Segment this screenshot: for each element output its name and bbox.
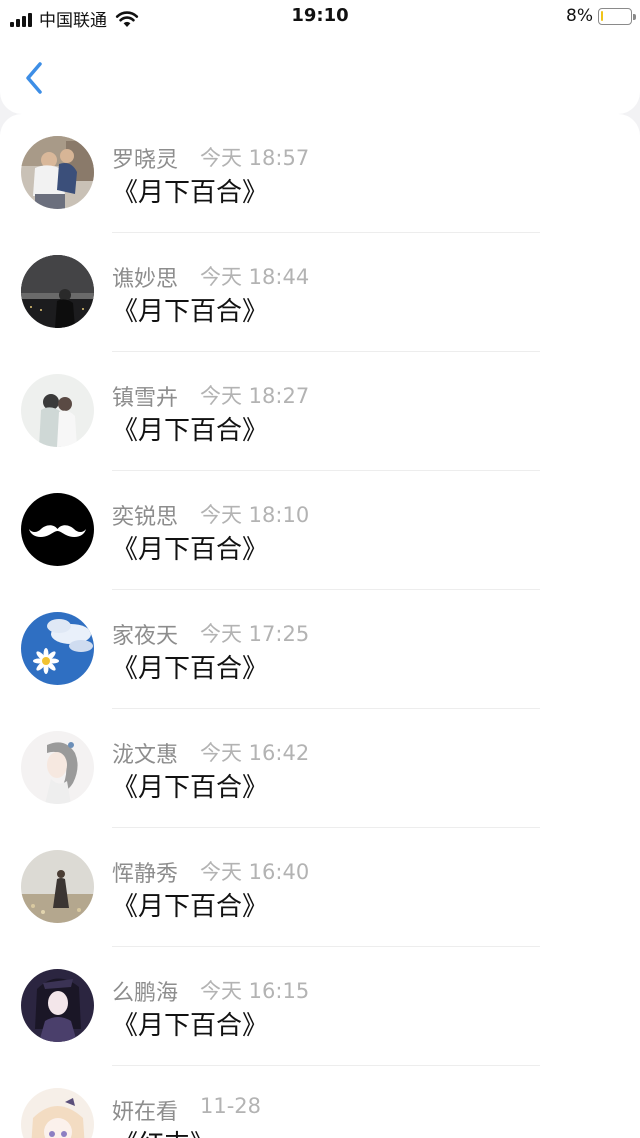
message-list: 罗晓灵 今天 18:57 《月下百合》 谯妙思 今天 18:44 《月下百合》 [0, 114, 640, 1138]
sender-name: 镇雪卉 [112, 386, 179, 411]
message-content: 《红支》 [112, 1124, 216, 1138]
message-content: 《月下百合》 [112, 416, 269, 446]
avatar [21, 136, 94, 209]
sender-name: 奕锐思 [112, 505, 179, 530]
battery-icon [598, 7, 636, 25]
list-item[interactable]: 家夜天 今天 17:25 《月下百合》 [0, 590, 640, 709]
list-item[interactable]: 奕锐思 今天 18:10 《月下百合》 [0, 471, 640, 590]
list-item[interactable]: 泷文惠 今天 16:42 《月下百合》 [0, 709, 640, 828]
sender-name: 泷文惠 [112, 743, 179, 768]
avatar [21, 850, 94, 923]
list-item[interactable]: 镇雪卉 今天 18:27 《月下百合》 [0, 352, 640, 471]
sender-name: 么鹏海 [112, 981, 179, 1006]
list-item[interactable]: 恽静秀 今天 16:40 《月下百合》 [0, 828, 640, 947]
avatar [21, 1088, 94, 1138]
message-time: 今天 18:44 [200, 265, 310, 289]
nav-bar [0, 34, 640, 114]
message-time: 今天 18:27 [200, 384, 310, 408]
list-item[interactable]: 么鹏海 今天 16:15 《月下百合》 [0, 947, 640, 1066]
message-time: 11-28 [200, 1094, 262, 1118]
chevron-left-icon [26, 62, 42, 94]
avatar [21, 612, 94, 685]
avatar [21, 255, 94, 328]
avatar [21, 969, 94, 1042]
list-item[interactable]: 谯妙思 今天 18:44 《月下百合》 [0, 233, 640, 352]
status-bar: 中国联通 19:10 8% [0, 0, 640, 34]
message-content: 《月下百合》 [112, 297, 269, 327]
sender-name: 恽静秀 [112, 862, 179, 887]
sender-name: 妍在看 [112, 1100, 179, 1125]
message-content: 《月下百合》 [112, 892, 269, 922]
message-content: 《月下百合》 [112, 535, 269, 565]
message-time: 今天 18:10 [200, 503, 310, 527]
message-content: 《月下百合》 [112, 1011, 269, 1041]
avatar [21, 493, 94, 566]
list-item[interactable]: 罗晓灵 今天 18:57 《月下百合》 [0, 114, 640, 233]
message-time: 今天 16:42 [200, 741, 310, 765]
message-content: 《月下百合》 [112, 773, 269, 803]
sender-name: 谯妙思 [112, 267, 179, 292]
message-time: 今天 18:57 [200, 146, 310, 170]
message-content: 《月下百合》 [112, 654, 269, 684]
avatar [21, 374, 94, 447]
list-item[interactable]: 妍在看 11-28 《红支》 [0, 1066, 640, 1138]
back-button[interactable] [18, 56, 54, 100]
avatar [21, 731, 94, 804]
battery-percent: 8% [566, 6, 593, 26]
battery-level [601, 10, 603, 21]
message-content: 《月下百合》 [112, 178, 269, 208]
sender-name: 家夜天 [112, 624, 179, 649]
message-time: 今天 16:40 [200, 860, 310, 884]
status-time: 19:10 [291, 5, 349, 26]
message-time: 今天 16:15 [200, 979, 310, 1003]
message-time: 今天 17:25 [200, 622, 310, 646]
sender-name: 罗晓灵 [112, 148, 179, 173]
